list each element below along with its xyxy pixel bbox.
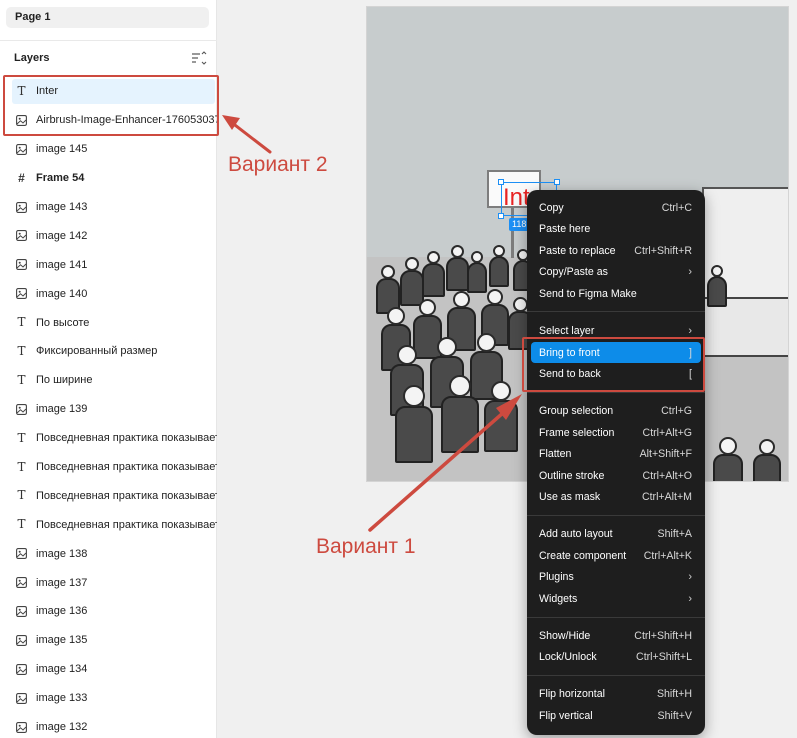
arrow-variant-1 — [368, 403, 514, 532]
arrow-variant-2 — [229, 120, 272, 154]
annotation-arrows — [222, 115, 522, 532]
figma-window: Page 1 Layers T Inter Airbrush-Image-Enhan… — [0, 0, 797, 738]
